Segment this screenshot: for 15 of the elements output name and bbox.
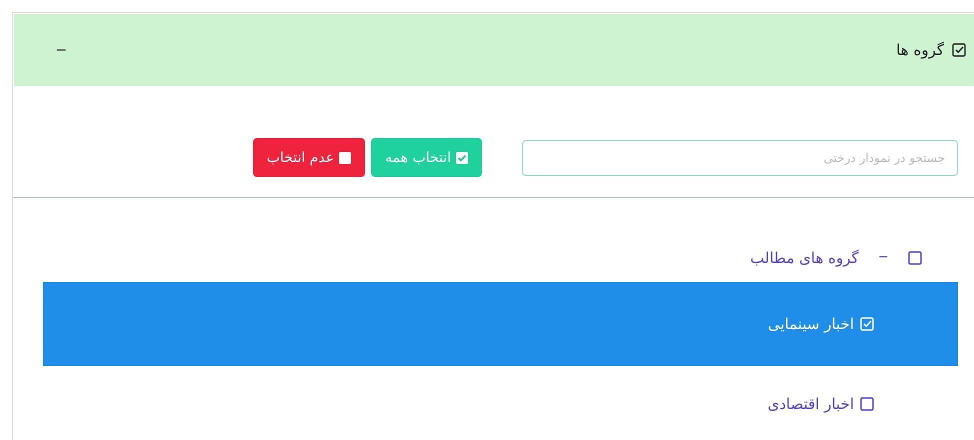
tree-item[interactable]: گروه های مطالب bbox=[750, 249, 859, 267]
tree-row[interactable]: اخبار اقتصادی bbox=[29, 384, 958, 424]
tree-item-label: اخبار سینمایی bbox=[768, 315, 854, 333]
checkbox-icon bbox=[952, 43, 966, 57]
panel-title: گروه ها bbox=[896, 41, 944, 59]
collapse-toggle[interactable]: − bbox=[872, 249, 894, 267]
tree-item-label: اخبار اقتصادی bbox=[768, 395, 854, 413]
collapse-button[interactable]: − bbox=[44, 40, 79, 60]
search-field[interactable]: جستجو در نمودار درختی bbox=[522, 140, 958, 176]
checkbox[interactable] bbox=[860, 397, 874, 411]
deselect-all-button[interactable]: عدم انتخاب bbox=[252, 138, 366, 177]
square-icon bbox=[339, 152, 352, 164]
selected-tree-row[interactable]: اخبار سینمایی bbox=[43, 282, 958, 366]
checked-box-icon bbox=[456, 152, 468, 164]
checkbox[interactable] bbox=[908, 251, 922, 265]
